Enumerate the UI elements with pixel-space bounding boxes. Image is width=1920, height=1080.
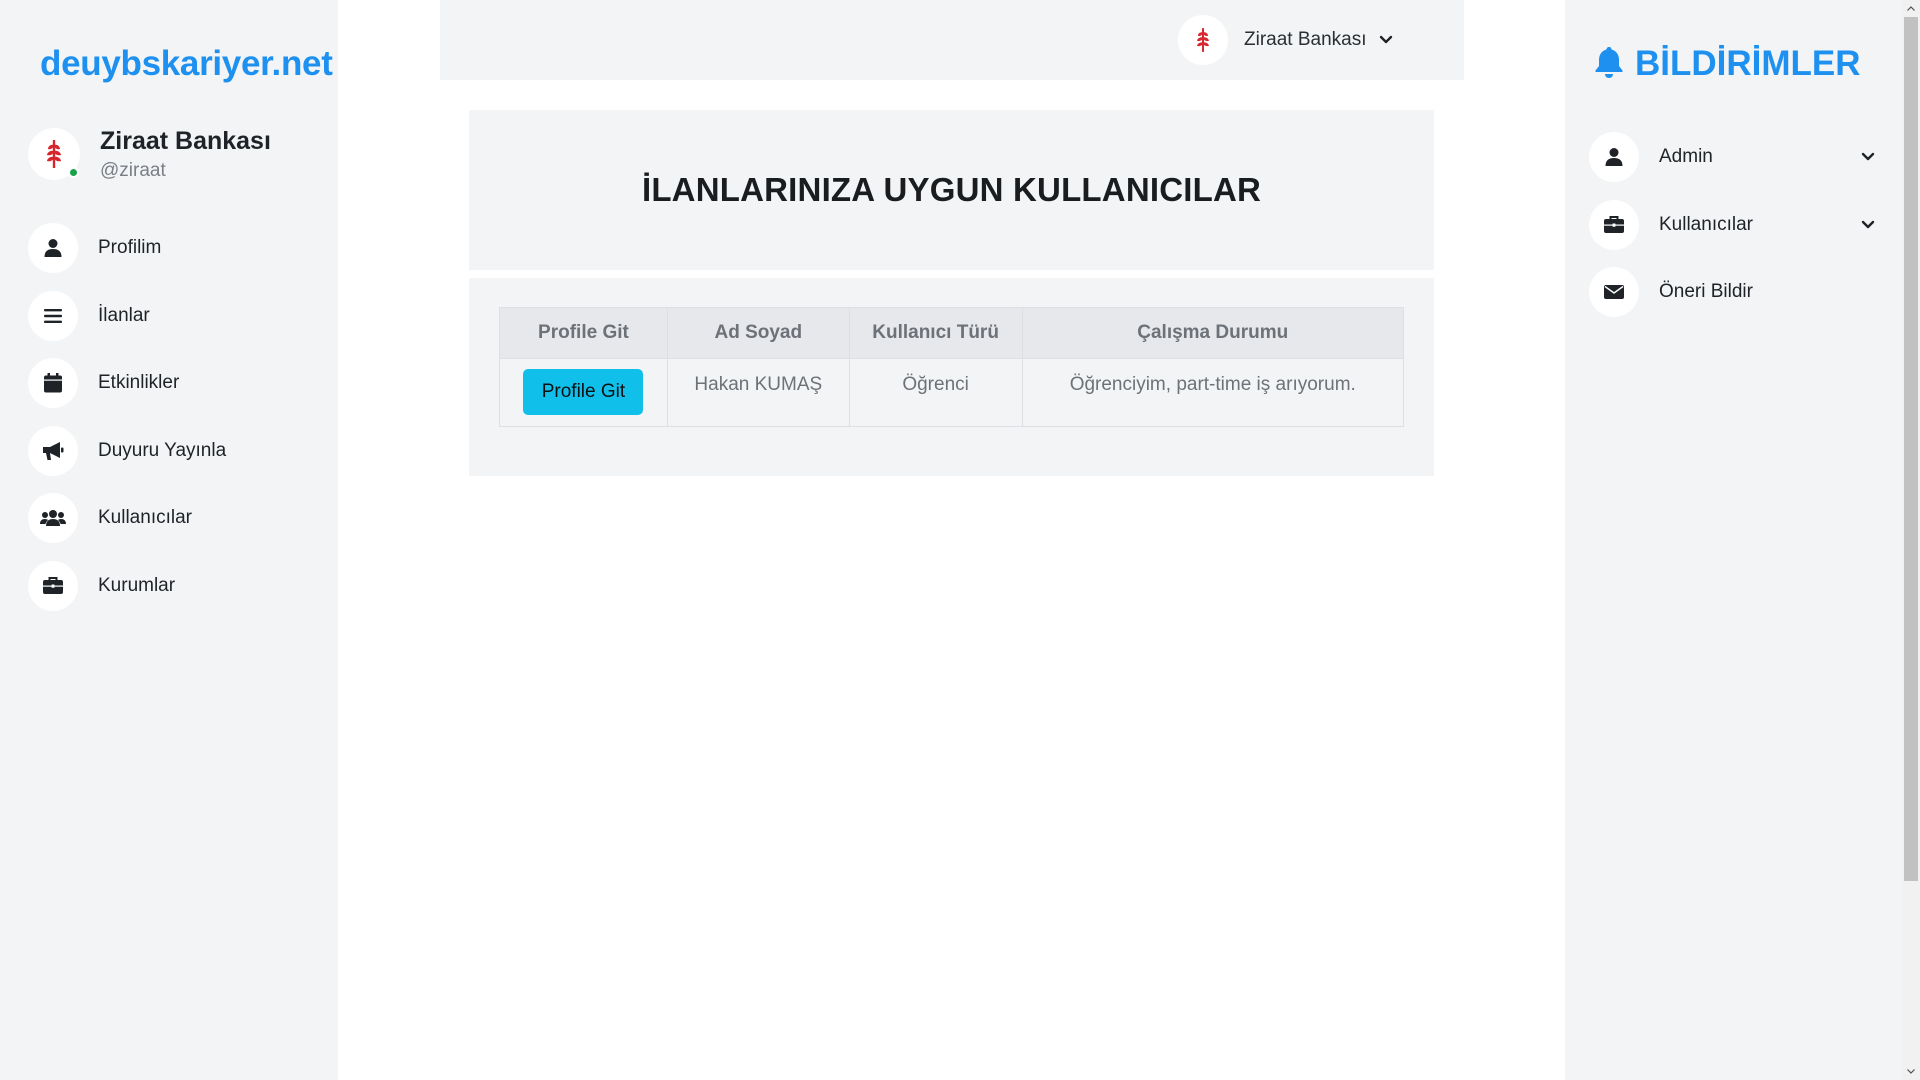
sidebar-item-label: Kurumlar <box>98 574 176 596</box>
ziraat-logo-icon <box>1178 15 1228 65</box>
left-sidebar: deuybskariyer.net Ziraat Bankası @ziraat… <box>0 0 338 1080</box>
briefcase-icon <box>1589 199 1639 250</box>
notifications-nav: Admin Kullanıcılar Öneri Bildir <box>1589 131 1875 334</box>
scrollbar-thumb[interactable] <box>1904 17 1918 881</box>
megaphone-icon <box>28 425 78 476</box>
column-header-profile: Profile Git <box>499 307 668 359</box>
notification-item-label: Kullanıcılar <box>1659 213 1753 235</box>
table-header-row: Profile Git Ad Soyad Kullanıcı Türü Çalı… <box>499 307 1404 359</box>
top-bar: Ziraat Bankası <box>440 0 1464 80</box>
right-sidebar: BİLDİRİMLER Admin Kullanıcılar Öneri Bil… <box>1565 0 1902 1080</box>
online-status-dot <box>68 167 79 178</box>
sidebar-item-label: İlanlar <box>98 304 150 326</box>
matching-users-card: Profile Git Ad Soyad Kullanıcı Türü Çalı… <box>469 278 1434 476</box>
envelope-icon <box>1589 267 1639 317</box>
page-scrollbar[interactable] <box>1902 0 1920 1080</box>
avatar <box>28 128 80 180</box>
column-header-name: Ad Soyad <box>666 307 850 359</box>
sidebar-item-kurumlar[interactable]: Kurumlar <box>28 560 226 612</box>
sidebar-item-label: Etkinlikler <box>98 372 180 394</box>
column-header-work-status: Çalışma Durumu <box>1021 307 1404 359</box>
organization-name: Ziraat Bankası <box>1244 29 1367 50</box>
chevron-down-icon[interactable] <box>1855 220 1875 230</box>
column-header-user-type: Kullanıcı Türü <box>848 307 1023 359</box>
user-icon <box>28 223 78 273</box>
sidebar-item-label: Kullanıcılar <box>98 507 192 529</box>
chevron-down-icon[interactable] <box>1855 152 1875 162</box>
sidebar-item-kullanicilar[interactable]: Kullanıcılar <box>28 492 226 544</box>
bell-icon <box>1593 45 1625 84</box>
notification-item-label: Öneri Bildir <box>1659 281 1753 302</box>
scroll-up-arrow-icon[interactable] <box>1902 0 1920 17</box>
briefcase-icon <box>28 560 78 611</box>
organization-dropdown[interactable]: Ziraat Bankası <box>1178 14 1393 66</box>
notification-item-kullanicilar[interactable]: Kullanıcılar <box>1589 199 1875 251</box>
notification-item-label: Admin <box>1659 146 1713 167</box>
profile-cell: Profile Git <box>499 358 668 427</box>
page-title: İLANLARINIZA UYGUN KULLANICILAR <box>641 171 1262 208</box>
site-logo-text[interactable]: deuybskariyer.net <box>40 44 333 84</box>
notifications-header: BİLDİRİMLER <box>1593 44 1861 84</box>
users-icon <box>28 493 78 544</box>
go-to-profile-button[interactable]: Profile Git <box>523 369 644 415</box>
scroll-down-arrow-icon[interactable] <box>1902 1063 1920 1080</box>
notification-item-oneri-bildir[interactable]: Öneri Bildir <box>1589 266 1875 318</box>
work-status-cell: Öğrenciyim, part-time iş arıyorum. <box>1021 358 1404 427</box>
notification-item-admin[interactable]: Admin <box>1589 131 1875 183</box>
sidebar-nav: Profilim İlanlar Etkinlikler Duyuru Yayı… <box>28 222 226 628</box>
sidebar-item-duyuru-yayinla[interactable]: Duyuru Yayınla <box>28 425 226 477</box>
name-cell: Hakan KUMAŞ <box>666 358 850 427</box>
calendar-icon <box>28 358 78 409</box>
sidebar-item-profilim[interactable]: Profilim <box>28 222 226 274</box>
chevron-down-icon <box>1379 35 1393 45</box>
profile-name: Ziraat Bankası <box>100 126 271 155</box>
sidebar-item-etkinlikler[interactable]: Etkinlikler <box>28 357 226 409</box>
profile-handle: @ziraat <box>100 159 166 181</box>
sidebar-item-label: Duyuru Yayınla <box>98 439 227 461</box>
sidebar-item-ilanlar[interactable]: İlanlar <box>28 290 226 342</box>
matching-users-table: Profile Git Ad Soyad Kullanıcı Türü Çalı… <box>499 307 1404 427</box>
list-icon <box>28 290 78 341</box>
user-icon <box>1589 132 1639 182</box>
ziraat-logo-icon <box>47 140 61 168</box>
sidebar-item-label: Profilim <box>98 237 162 258</box>
user-type-cell: Öğrenci <box>848 358 1023 427</box>
title-card: İLANLARINIZA UYGUN KULLANICILAR <box>469 110 1434 270</box>
notifications-title: BİLDİRİMLER <box>1635 44 1861 83</box>
profile-card[interactable]: Ziraat Bankası @ziraat <box>28 124 271 184</box>
table-row: Profile Git Hakan KUMAŞ Öğrenci Öğrenciy… <box>499 358 1404 427</box>
